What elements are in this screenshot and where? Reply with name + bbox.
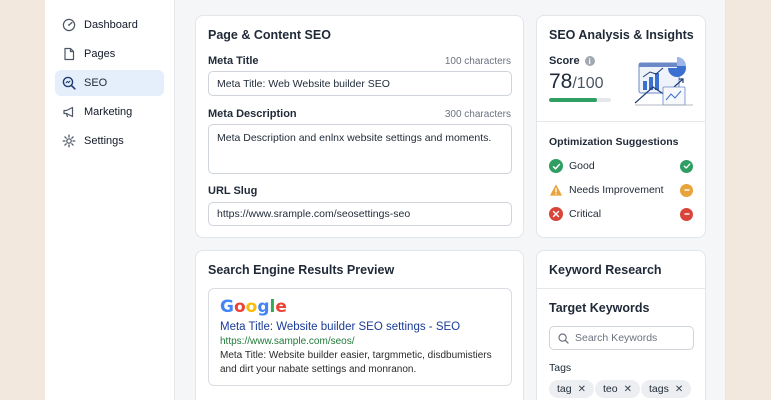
suggestion-critical[interactable]: Critical (549, 206, 693, 222)
score-label: Score i (549, 55, 595, 67)
score-number: 78 (549, 70, 573, 93)
search-icon (558, 332, 569, 344)
divider (537, 121, 705, 122)
sidebar-item-label: SEO (84, 77, 108, 89)
search-placeholder: Search Keywords (575, 332, 658, 344)
seo-search-icon (62, 76, 76, 90)
tag-label: tags (649, 383, 669, 395)
seo-analysis-card: SEO Analysis & Insights Score i 78/100 O… (536, 15, 706, 238)
close-icon[interactable]: ✕ (578, 384, 586, 395)
meta-description-textarea[interactable]: Meta Description and enlnx website setti… (208, 124, 512, 174)
sidebar-item-label: Pages (84, 48, 116, 60)
suggestion-needs-improvement[interactable]: Needs Improvement (549, 182, 693, 198)
score-progress-bar (549, 98, 611, 102)
suggestion-good[interactable]: Good (549, 158, 693, 174)
dashboard-icon (62, 18, 76, 32)
close-icon[interactable]: ✕ (624, 384, 632, 395)
serp-result-title[interactable]: Meta Title: Website builder SEO settings… (220, 321, 460, 333)
meta-description-label: Meta Description (208, 108, 297, 120)
info-icon[interactable]: i (584, 56, 595, 66)
meta-description-char-limit: 300 characters (444, 109, 511, 120)
meta-title-input[interactable]: Meta Title: Web Website builder SEO (208, 71, 512, 96)
serp-result-description-line-1: Meta Title: Website builder easier, targ… (220, 350, 492, 361)
gear-icon (62, 134, 76, 148)
score-progress-fill (549, 98, 598, 102)
check-circle-icon (680, 159, 693, 173)
sidebar-item-label: Dashboard (84, 19, 138, 31)
serp-result-box: Google Meta Title: Website builder SEO s… (208, 288, 512, 386)
keyword-research-card: Keyword Research Target Keywords Search … (536, 250, 706, 400)
card-title: SEO Analysis & Insights (549, 28, 694, 42)
sidebar: Dashboard Pages SEO Marketing Settings (45, 0, 175, 400)
keyword-search-input[interactable]: Search Keywords (549, 326, 694, 350)
content-seo-card: Page & Content SEO Meta Title 100 charac… (195, 15, 524, 238)
suggestion-label: Critical (569, 208, 602, 220)
sidebar-item-pages[interactable]: Pages (55, 41, 164, 67)
divider (537, 288, 705, 289)
sidebar-item-marketing[interactable]: Marketing (55, 99, 164, 125)
suggestion-label: Good (569, 160, 595, 172)
card-title: Search Engine Results Preview (208, 263, 395, 277)
target-keywords-title: Target Keywords (549, 301, 650, 315)
card-title: Page & Content SEO (208, 28, 331, 42)
x-circle-icon (549, 207, 563, 221)
megaphone-icon (62, 105, 76, 119)
sidebar-item-dashboard[interactable]: Dashboard (55, 12, 164, 38)
tag-label: teo (603, 383, 618, 395)
meta-title-label: Meta Title (208, 55, 259, 67)
tag-chip[interactable]: teo ✕ (595, 380, 640, 398)
tag-label: tag (557, 383, 572, 395)
sidebar-item-seo[interactable]: SEO (55, 70, 164, 96)
sidebar-item-label: Settings (84, 135, 124, 147)
page-icon (62, 47, 76, 61)
url-slug-label: URL Slug (208, 185, 258, 197)
score-max: /100 (572, 75, 604, 92)
suggestion-label: Needs Improvement (569, 184, 664, 196)
close-icon[interactable]: ✕ (675, 384, 683, 395)
check-circle-icon (549, 159, 563, 173)
serp-result-description-line-2: and dirt your nabate settings and monran… (220, 364, 417, 375)
url-slug-input[interactable]: https://www.srample.com/seosettings-seo (208, 202, 512, 226)
meta-title-char-limit: 100 characters (444, 56, 511, 67)
minus-circle-icon (680, 207, 693, 221)
tag-chip[interactable]: tag ✕ (549, 380, 594, 398)
tags-label: Tags (549, 362, 572, 374)
serp-result-url[interactable]: https://www.sample.com/seos/ (220, 336, 355, 347)
minus-circle-icon (680, 183, 693, 197)
optimization-suggestions-title: Optimization Suggestions (549, 136, 679, 148)
sidebar-item-settings[interactable]: Settings (55, 128, 164, 154)
card-title: Keyword Research (549, 263, 662, 277)
warning-triangle-icon (549, 183, 563, 197)
sidebar-item-label: Marketing (84, 106, 133, 118)
analytics-illustration-icon (633, 53, 695, 109)
score-value: 78/100 (549, 70, 604, 94)
score-label-text: Score (549, 55, 580, 67)
google-logo: Google (220, 297, 287, 317)
serp-preview-card: Search Engine Results Preview Google Met… (195, 250, 524, 400)
tag-chip[interactable]: tags ✕ (641, 380, 692, 398)
